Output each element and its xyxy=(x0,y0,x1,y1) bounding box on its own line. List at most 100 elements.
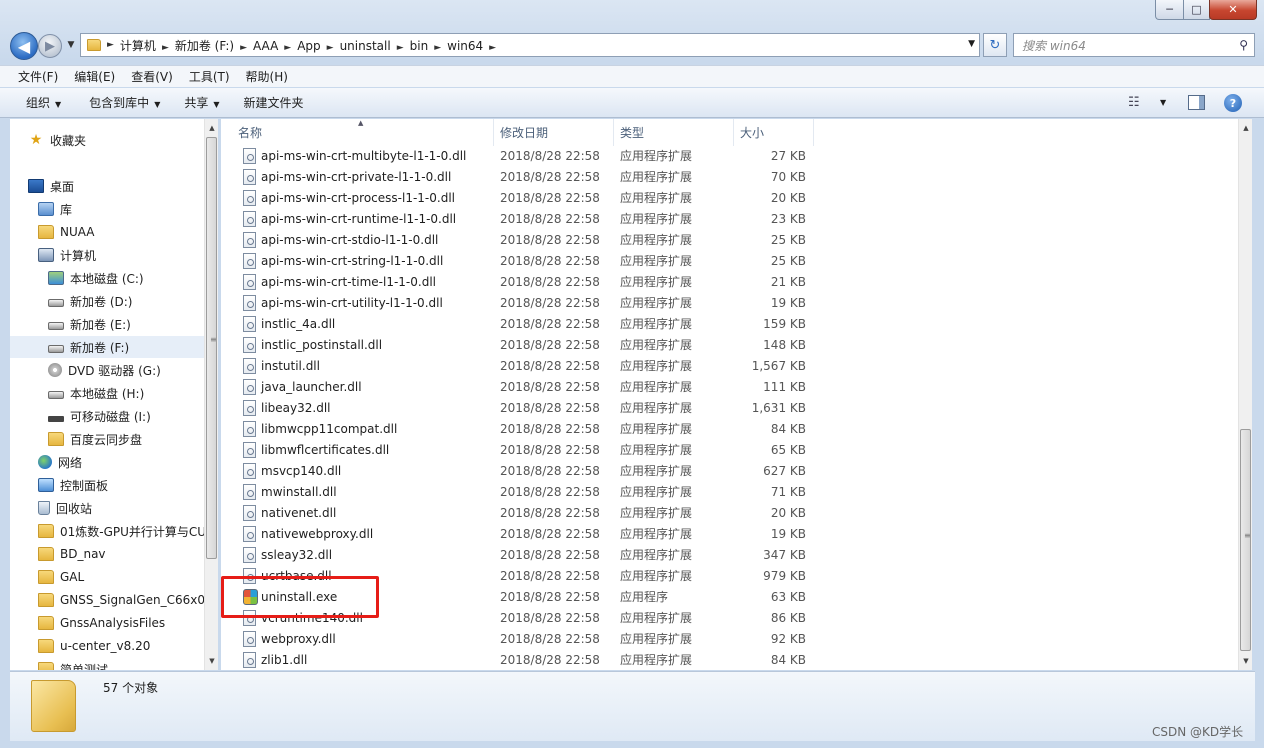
column-header-date[interactable]: 修改日期 xyxy=(494,119,614,146)
table-row[interactable]: mwinstall.dll 2018/8/28 22:58 应用程序扩展 71 KB xyxy=(221,481,821,502)
file-type: 应用程序扩展 xyxy=(620,317,693,331)
table-row[interactable]: instutil.dll 2018/8/28 22:58 应用程序扩展 1,567 K… xyxy=(221,355,821,376)
address-bar[interactable]: ► 计算机 ► 新加卷 (F:) ► AAA ► App ► uninstall ► bin ► win… xyxy=(80,33,980,57)
nav-item-label: u-center_v8.20 xyxy=(60,639,151,653)
table-row[interactable]: libeay32.dll 2018/8/28 22:58 应用程序扩展 1,631 K… xyxy=(221,397,821,418)
breadcrumb-item[interactable]: 计算机 xyxy=(114,39,162,53)
table-row[interactable]: nativenet.dll 2018/8/28 22:58 应用程序扩展 20 KB xyxy=(221,502,821,523)
nav-item-nuaa[interactable]: NUAA xyxy=(38,221,95,243)
column-header-size[interactable]: 大小 xyxy=(734,119,814,146)
close-button[interactable]: ✕ xyxy=(1209,0,1257,20)
view-options-icon[interactable]: ☷ xyxy=(1128,95,1140,110)
table-row[interactable]: instlic_postinstall.dll 2018/8/28 22:58 应用… xyxy=(221,334,821,355)
breadcrumb-separator-icon[interactable]: ► xyxy=(397,43,404,53)
table-row[interactable]: zlib1.dll 2018/8/28 22:58 应用程序扩展 84 KB xyxy=(221,649,821,670)
forward-button[interactable]: ▶ xyxy=(38,34,62,58)
preview-pane-icon[interactable] xyxy=(1188,95,1205,110)
minimize-button[interactable]: ─ xyxy=(1155,0,1184,20)
scrollbar-thumb[interactable]: ≡ xyxy=(1240,429,1251,651)
breadcrumb-separator-icon[interactable]: ► xyxy=(327,43,334,53)
table-row[interactable]: vcruntime140.dll 2018/8/28 22:58 应用程序扩展 86 … xyxy=(221,607,821,628)
table-row[interactable]: msvcp140.dll 2018/8/28 22:58 应用程序扩展 627 KB xyxy=(221,460,821,481)
nav-item-network[interactable]: 网络 xyxy=(38,451,82,473)
maximize-button[interactable]: □ xyxy=(1183,0,1210,20)
nav-item-favorites[interactable]: ★ 收藏夹 xyxy=(28,129,86,151)
table-row[interactable]: api-ms-win-crt-stdio-l1-1-0.dll 2018/8/28… xyxy=(221,229,821,250)
table-row[interactable]: api-ms-win-crt-private-l1-1-0.dll 2018/8/… xyxy=(221,166,821,187)
nav-item-drive[interactable]: DVD 驱动器 (G:) xyxy=(10,359,204,381)
nav-item-recycle-bin[interactable]: 回收站 xyxy=(38,497,92,519)
table-row[interactable]: webproxy.dll 2018/8/28 22:58 应用程序扩展 92 KB xyxy=(221,628,821,649)
table-row[interactable]: api-ms-win-crt-process-l1-1-0.dll 2018/8/… xyxy=(221,187,821,208)
table-row[interactable]: java_launcher.dll 2018/8/28 22:58 应用程序扩展 11… xyxy=(221,376,821,397)
table-row[interactable]: ucrtbase.dll 2018/8/28 22:58 应用程序扩展 979 KB xyxy=(221,565,821,586)
nav-item-folder[interactable]: 简单测试 xyxy=(38,658,108,670)
help-icon[interactable]: ? xyxy=(1224,94,1242,112)
breadcrumb-item[interactable]: AAA xyxy=(247,39,284,53)
organize-button[interactable]: 组织 ▼ xyxy=(16,94,71,111)
table-row[interactable]: libmwcpp11compat.dll 2018/8/28 22:58 应用程序扩… xyxy=(221,418,821,439)
scrollbar-thumb[interactable]: ≡ xyxy=(206,137,217,559)
table-row[interactable]: api-ms-win-crt-runtime-l1-1-0.dll 2018/8/… xyxy=(221,208,821,229)
breadcrumb-separator-icon[interactable]: ► xyxy=(162,43,169,53)
file-list-scrollbar[interactable]: ▲ ≡ ▼ xyxy=(1238,119,1252,670)
menu-item[interactable]: 编辑(E) xyxy=(66,68,123,85)
breadcrumb-item[interactable]: uninstall xyxy=(334,39,397,53)
nav-item-folder[interactable]: BD_nav xyxy=(38,543,106,565)
nav-item-folder[interactable]: GnssAnalysisFiles xyxy=(38,612,165,634)
table-row[interactable]: instlic_4a.dll 2018/8/28 22:58 应用程序扩展 159 K… xyxy=(221,313,821,334)
menu-item[interactable]: 帮助(H) xyxy=(238,68,296,85)
table-row[interactable]: api-ms-win-crt-utility-l1-1-0.dll 2018/8/… xyxy=(221,292,821,313)
nav-item-desktop[interactable]: 桌面 xyxy=(28,175,74,197)
nav-item-drive[interactable]: 本地磁盘 (C:) xyxy=(10,267,204,289)
breadcrumb-separator-icon[interactable]: ► xyxy=(107,40,114,50)
chevron-down-icon[interactable]: ▼ xyxy=(1160,98,1166,107)
breadcrumb-item[interactable]: win64 xyxy=(441,39,489,53)
menu-item[interactable]: 文件(F) xyxy=(10,68,66,85)
nav-item-libraries[interactable]: 库 xyxy=(38,198,72,220)
nav-item-folder[interactable]: GAL xyxy=(38,566,84,588)
scroll-down-arrow-icon[interactable]: ▼ xyxy=(1239,654,1253,668)
share-button[interactable]: 共享 ▼ xyxy=(174,94,229,111)
nav-item-drive[interactable]: 新加卷 (F:) xyxy=(10,336,204,358)
breadcrumb-separator-icon[interactable]: ► xyxy=(240,43,247,53)
scroll-up-arrow-icon[interactable]: ▲ xyxy=(1239,121,1253,135)
nav-item-drive[interactable]: 可移动磁盘 (I:) xyxy=(10,405,204,427)
scroll-up-arrow-icon[interactable]: ▲ xyxy=(205,121,219,135)
table-row[interactable]: nativewebproxy.dll 2018/8/28 22:58 应用程序扩展 1… xyxy=(221,523,821,544)
table-row[interactable]: libmwflcertificates.dll 2018/8/28 22:58 应用… xyxy=(221,439,821,460)
include-library-button[interactable]: 包含到库中 ▼ xyxy=(79,94,170,111)
nav-item-folder[interactable]: 01炼数-GPU并行计算与CU xyxy=(38,520,204,542)
breadcrumb-item[interactable]: bin xyxy=(404,39,435,53)
recent-pages-button[interactable]: ▼ xyxy=(64,38,78,52)
nav-item-label: 新加卷 (F:) xyxy=(70,340,130,355)
table-row[interactable]: api-ms-win-crt-multibyte-l1-1-0.dll 2018/… xyxy=(221,145,821,166)
breadcrumb-item[interactable]: App xyxy=(291,39,326,53)
table-row[interactable]: api-ms-win-crt-time-l1-1-0.dll 2018/8/28 … xyxy=(221,271,821,292)
column-header-type[interactable]: 类型 xyxy=(614,119,734,146)
table-row[interactable]: api-ms-win-crt-string-l1-1-0.dll 2018/8/2… xyxy=(221,250,821,271)
menu-item[interactable]: 工具(T) xyxy=(181,68,238,85)
nav-item-folder[interactable]: GNSS_SignalGen_C66x01 xyxy=(38,589,204,611)
refresh-button[interactable]: ↻ xyxy=(983,33,1007,57)
menu-item[interactable]: 查看(V) xyxy=(123,68,181,85)
table-row[interactable]: ssleay32.dll 2018/8/28 22:58 应用程序扩展 347 KB xyxy=(221,544,821,565)
scroll-down-arrow-icon[interactable]: ▼ xyxy=(205,654,219,668)
nav-item-drive[interactable]: 本地磁盘 (H:) xyxy=(10,382,204,404)
breadcrumb-separator-icon[interactable]: ► xyxy=(489,43,496,53)
breadcrumb-item[interactable]: 新加卷 (F:) xyxy=(169,39,240,53)
nav-item-drive[interactable]: 新加卷 (D:) xyxy=(10,290,204,312)
nav-item-drive[interactable]: 新加卷 (E:) xyxy=(10,313,204,335)
nav-item-drive[interactable]: 百度云同步盘 xyxy=(10,428,204,450)
nav-pane-scrollbar[interactable]: ▲ ≡ ▼ xyxy=(204,119,218,670)
new-folder-button[interactable]: 新建文件夹 xyxy=(234,94,314,111)
back-button[interactable]: ◀ xyxy=(10,32,38,60)
search-icon[interactable]: ⚲ xyxy=(1239,38,1248,52)
nav-item-folder[interactable]: u-center_v8.20 xyxy=(38,635,150,657)
search-input[interactable]: 搜索 win64 ⚲ xyxy=(1013,33,1255,57)
nav-item-control-panel[interactable]: 控制面板 xyxy=(38,474,108,496)
address-history-dropdown[interactable]: ▼ xyxy=(968,39,975,49)
table-row[interactable]: uninstall.exe 2018/8/28 22:58 应用程序 63 KB xyxy=(221,586,821,607)
column-header-name[interactable]: 名称 ▲ xyxy=(221,119,494,146)
nav-item-computer[interactable]: 计算机 xyxy=(38,244,96,266)
